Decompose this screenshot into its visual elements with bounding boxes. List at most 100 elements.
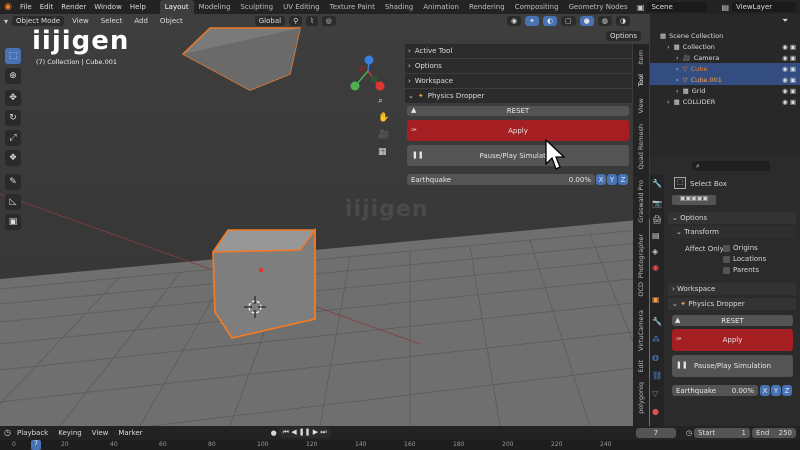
visibility-toggle-icon[interactable]: ◉ ▣ (782, 65, 796, 73)
axis-x-toggle[interactable]: X (596, 174, 606, 185)
tab-photographer[interactable]: Photographer (637, 234, 645, 278)
editor-type-icon[interactable]: ▾ (4, 17, 8, 26)
axis-y-toggle[interactable]: Y (607, 174, 617, 185)
tab-animation[interactable]: Animation (418, 0, 464, 14)
outliner-row-collider[interactable]: › ▦ COLLIDER ◉ ▣ (650, 96, 800, 107)
material-tab-icon[interactable]: ● (652, 407, 659, 416)
tab-modeling[interactable]: Modeling (194, 0, 236, 14)
viewport-options-dropdown[interactable]: Options (606, 31, 642, 41)
visibility-toggle-icon[interactable]: ◉ ▣ (782, 76, 796, 84)
rotate-tool-icon[interactable]: ↻ (5, 110, 21, 126)
options-panel-header[interactable]: ⌄ Options (668, 212, 796, 224)
end-frame-field[interactable]: End 250 (752, 427, 796, 438)
blender-logo-icon[interactable]: ◉ (0, 2, 16, 12)
scene-selector[interactable]: Scene (647, 2, 708, 12)
selection-mode-buttons[interactable]: ▣▣▣▣▣ (672, 195, 716, 205)
tab-item[interactable]: Item (637, 50, 645, 65)
tab-ocd[interactable]: OCD (637, 282, 645, 297)
data-tab-icon[interactable]: ▽ (652, 389, 658, 398)
tab-shading[interactable]: Shading (380, 0, 418, 14)
output-tab-icon[interactable]: 🖨 (652, 215, 662, 224)
expand-arrow-icon[interactable]: › (667, 98, 670, 106)
snap-icon[interactable]: ⌇ (306, 16, 318, 26)
current-frame-field[interactable]: 7 (635, 427, 676, 438)
transform-orientation-dropdown[interactable]: Global (254, 16, 286, 26)
origins-checkbox[interactable]: Origins (723, 244, 758, 252)
outliner-row-cube-001[interactable]: › ▽ Cube.001 ◉ ▣ (650, 74, 800, 85)
proportional-edit-icon[interactable]: ◎ (321, 16, 336, 26)
outliner-row-cube[interactable]: › ▽ Cube ◉ ▣ (650, 63, 800, 74)
overlay-icon[interactable]: ◐ (542, 16, 558, 26)
pause-play-button[interactable]: ❚❚ Pause/Play Simulation (407, 145, 629, 166)
outliner-row-collection[interactable]: › ▦ Collection ◉ ▣ (650, 41, 800, 52)
axis-y-toggle[interactable]: Y (771, 385, 781, 396)
earthquake-slider[interactable]: Earthquake 0.00% (407, 174, 595, 185)
tab-edit[interactable]: Edit (637, 360, 645, 373)
timeline-menu-keying[interactable]: Keying (54, 429, 86, 437)
cursor-tool-icon[interactable]: ⊕ (5, 68, 21, 84)
parents-checkbox[interactable]: Parents (723, 266, 759, 274)
tab-virtucamera[interactable]: VirtuCamera (637, 310, 645, 351)
particles-tab-icon[interactable]: ⁂ (652, 335, 660, 344)
tab-geometry-nodes[interactable]: Geometry Nodes (564, 0, 633, 14)
timeline-menu-view[interactable]: View (88, 429, 113, 437)
zoom-icon[interactable]: ⌕ (378, 96, 383, 106)
tab-sculpting[interactable]: Sculpting (235, 0, 278, 14)
viewport-menu-select[interactable]: Select (97, 17, 127, 25)
reset-button[interactable]: ▲ RESET (407, 106, 629, 116)
physics-tab-icon[interactable]: ◍ (652, 353, 659, 362)
menu-help[interactable]: Help (126, 3, 150, 11)
timeline-ruler[interactable]: 0 20 40 60 80 100 120 140 160 180 200 220 240 7 (0, 440, 800, 450)
transform-tool-icon[interactable]: ❖ (5, 150, 21, 166)
workspace-panel-header[interactable]: › Workspace (668, 283, 796, 295)
shading-solid-icon[interactable]: ● (579, 16, 594, 26)
object-mode-dropdown[interactable]: Object Mode (12, 16, 65, 26)
tab-tool[interactable]: Tool (637, 74, 645, 87)
tab-texture-paint[interactable]: Texture Paint (325, 0, 380, 14)
filter-icon[interactable]: ⏷ (782, 16, 788, 26)
axis-x-toggle[interactable]: X (760, 385, 770, 396)
modifier-tab-icon[interactable]: 🔧 (652, 317, 662, 326)
timeline-menu-marker[interactable]: Marker (114, 429, 146, 437)
scene-tab-icon[interactable]: ◈ (652, 247, 658, 256)
tab-quad-remesh[interactable]: Quad Remesh (637, 124, 645, 169)
earthquake-slider[interactable]: Earthquake 0.00% (672, 385, 758, 396)
tab-layout[interactable]: Layout (159, 0, 194, 14)
visibility-toggle-icon[interactable]: ◉ ▣ (782, 43, 796, 51)
section-physics-dropper[interactable]: ⌄ ✦ Physics Dropper (405, 89, 632, 103)
pan-hand-icon[interactable]: ✋ (378, 113, 389, 123)
annotate-tool-icon[interactable]: ✎ (5, 174, 21, 190)
viewport-menu-object[interactable]: Object (156, 17, 187, 25)
visibility-toggle-icon[interactable]: ◉ ▣ (782, 87, 796, 95)
pivot-icon[interactable]: ⚲ (289, 16, 303, 26)
pause-play-button[interactable]: ❚❚ Pause/Play Simulation (672, 355, 793, 377)
gizmo-icon[interactable]: ✦ (525, 16, 539, 26)
tab-graswald-pro[interactable]: Graswald Pro (637, 180, 645, 223)
xray-icon[interactable]: ▢ (561, 16, 576, 26)
object-tab-icon[interactable]: ▣ (652, 295, 660, 304)
properties-search-input[interactable]: ⌕ (692, 161, 770, 171)
section-options[interactable]: › Options (405, 59, 632, 73)
timeline-editor-icon[interactable]: ◷ (4, 428, 11, 437)
tab-compositing[interactable]: Compositing (510, 0, 564, 14)
visibility-toggle-icon[interactable]: ◉ ▣ (782, 54, 796, 62)
tab-uv-editing[interactable]: UV Editing (278, 0, 325, 14)
menu-edit[interactable]: Edit (36, 3, 58, 11)
viewport-menu-view[interactable]: View (68, 17, 93, 25)
record-icon[interactable]: ● (271, 429, 277, 437)
scene-collection-row[interactable]: ▦ Scene Collection (650, 30, 800, 41)
render-tab-icon[interactable]: 📷 (652, 199, 662, 208)
expand-arrow-icon[interactable]: › (676, 65, 679, 73)
axis-z-toggle[interactable]: Z (782, 385, 792, 396)
world-tab-icon[interactable]: ◉ (652, 263, 659, 272)
menu-window[interactable]: Window (90, 3, 126, 11)
view-layer-selector[interactable]: ViewLayer (732, 2, 796, 12)
apply-button[interactable]: ✑ Apply (407, 120, 629, 141)
ortho-grid-icon[interactable]: ▦ (378, 147, 387, 157)
outliner-row-grid[interactable]: › ▦ Grid ◉ ▣ (650, 85, 800, 96)
shading-rendered-icon[interactable]: ◑ (615, 16, 630, 26)
section-active-tool[interactable]: › Active Tool (405, 44, 632, 58)
expand-arrow-icon[interactable]: › (676, 54, 679, 62)
axis-z-toggle[interactable]: Z (618, 174, 628, 185)
expand-arrow-icon[interactable]: › (676, 76, 679, 84)
